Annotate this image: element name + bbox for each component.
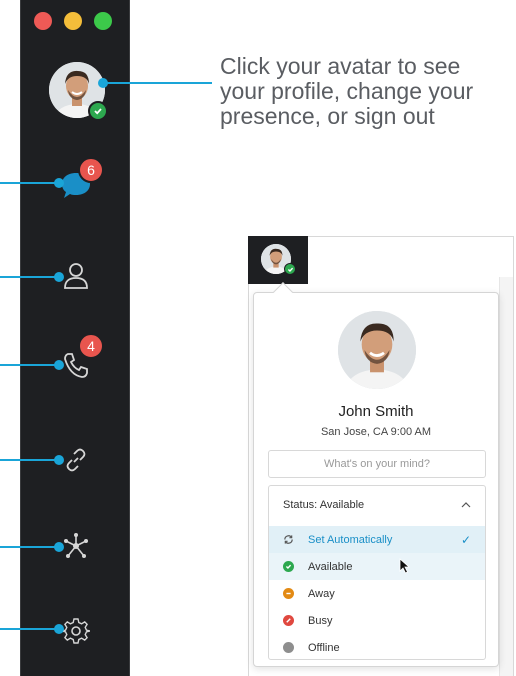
- window-zoom-button[interactable]: [94, 12, 112, 30]
- gear-icon: [62, 618, 90, 644]
- callout-line-links: [0, 459, 58, 461]
- status-option-offline[interactable]: Offline: [269, 634, 485, 661]
- status-option-busy[interactable]: Busy: [269, 607, 485, 634]
- callout-line-messages: [0, 182, 58, 184]
- callout-dot-avatar: [98, 78, 108, 88]
- callout-line-apps: [0, 546, 58, 548]
- status-option-available[interactable]: Available: [269, 553, 485, 580]
- link-icon: [66, 448, 86, 472]
- inset-sidebar: [248, 236, 308, 284]
- window-minimize-button[interactable]: [64, 12, 82, 30]
- callout-dot-links: [54, 455, 64, 465]
- status-option-label: Available: [308, 560, 353, 573]
- mouse-cursor-icon: [399, 558, 411, 574]
- profile-avatar: [338, 311, 416, 389]
- calls-badge: 4: [78, 333, 104, 359]
- status-option-label: Offline: [308, 641, 340, 654]
- presence-available-icon: [88, 101, 108, 121]
- status-option-set-automatically[interactable]: Set Automatically ✓: [269, 526, 485, 553]
- profile-name: John Smith: [338, 403, 414, 420]
- available-dot-icon: [283, 561, 294, 572]
- callout-dot-apps: [54, 542, 64, 552]
- profile-location: San Jose, CA 9:00 AM: [320, 426, 432, 438]
- callout-line-contacts: [0, 276, 58, 278]
- status-header-label: Status: Available: [283, 499, 365, 511]
- status-option-label: Set Automatically: [308, 533, 393, 546]
- callout-dot-calls: [54, 360, 64, 370]
- app-sidebar: 6 4: [20, 0, 130, 676]
- profile-popover: John Smith San Jose, CA 9:00 AM Status: …: [253, 282, 499, 667]
- status-message-input[interactable]: [268, 450, 486, 478]
- inset-presence-icon: [284, 263, 296, 275]
- messages-badge: 6: [78, 157, 104, 183]
- sync-icon: [283, 534, 294, 545]
- callout-dot-settings: [54, 624, 64, 634]
- status-option-away[interactable]: Away: [269, 580, 485, 607]
- inset-background-strip: [499, 277, 513, 676]
- status-list: Set Automatically ✓ Available Away Busy …: [269, 526, 485, 661]
- away-dot-icon: [283, 588, 294, 599]
- callout-dot-messages: [54, 178, 64, 188]
- offline-dot-icon: [283, 642, 294, 653]
- status-option-label: Busy: [308, 614, 333, 627]
- person-icon: [64, 263, 88, 289]
- status-option-label: Away: [308, 587, 335, 600]
- user-avatar-button[interactable]: [49, 62, 108, 121]
- callout-line-calls: [0, 364, 58, 366]
- busy-dot-icon: [283, 615, 294, 626]
- chevron-up-icon: [461, 502, 471, 508]
- popover-arrow: [273, 282, 293, 302]
- profile-popover-screenshot: John Smith San Jose, CA 9:00 AM Status: …: [248, 236, 514, 676]
- status-dropdown-header[interactable]: Status: Available: [269, 486, 485, 524]
- callout-line-avatar: [102, 82, 212, 84]
- callout-dot-contacts: [54, 272, 64, 282]
- status-dropdown: Status: Available Set Automatically ✓ Av…: [268, 485, 486, 660]
- avatar-hint-text: Click your avatar to see your profile, c…: [220, 53, 474, 129]
- window-close-button[interactable]: [34, 12, 52, 30]
- hub-icon: [64, 533, 88, 558]
- checkmark-icon: ✓: [460, 533, 471, 547]
- callout-line-settings: [0, 628, 58, 630]
